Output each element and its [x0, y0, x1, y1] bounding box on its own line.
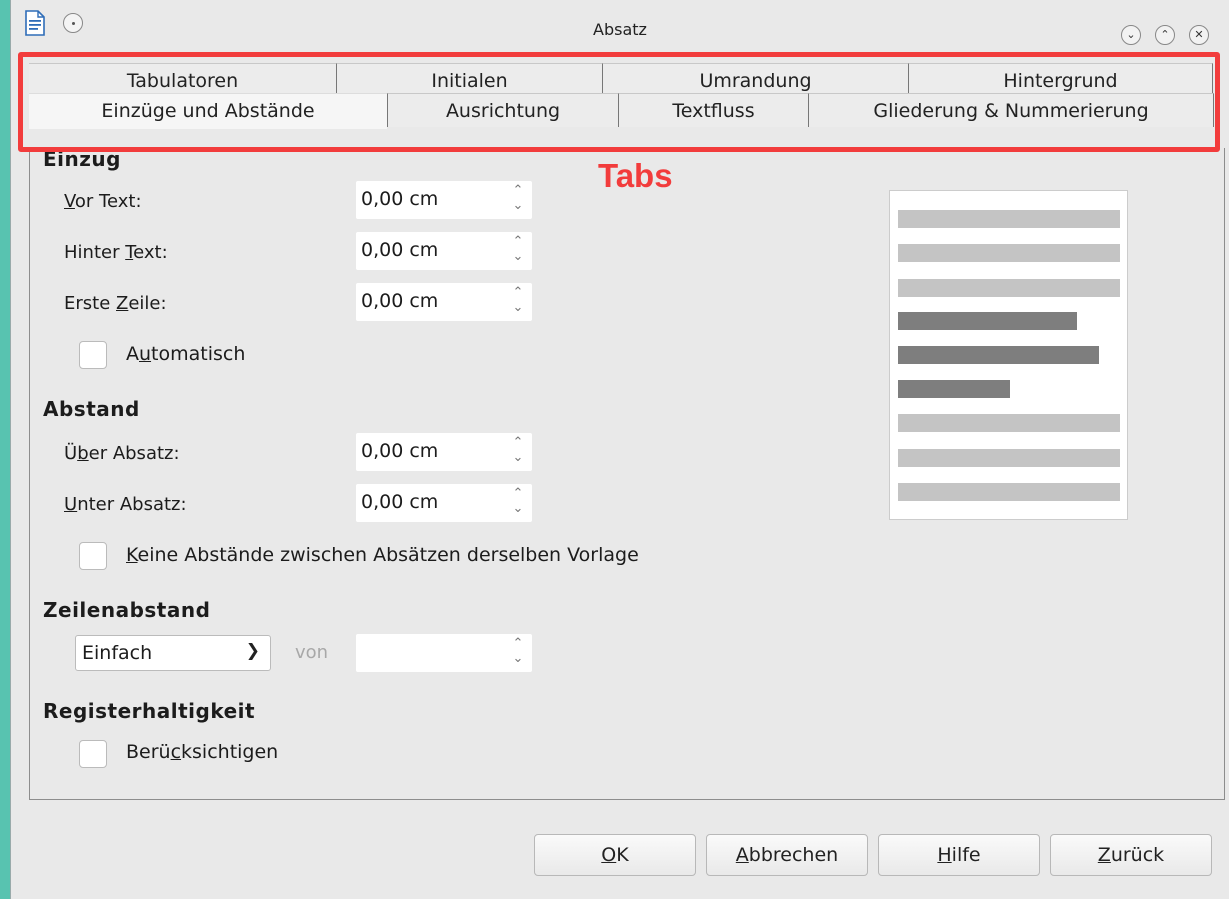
ok-button[interactable]: OK: [534, 834, 696, 876]
unter-absatz-label: Unter Absatz:: [64, 494, 187, 515]
preview-line: [898, 210, 1120, 228]
chevron-up-icon: ⌃: [1160, 28, 1170, 41]
minimize-button[interactable]: ⌄: [1121, 25, 1141, 45]
section-abstand-title: Abstand: [43, 397, 140, 421]
help-button[interactable]: Hilfe: [878, 834, 1040, 876]
chevron-down-icon: ❯: [245, 641, 260, 661]
preview-line: [898, 483, 1120, 501]
hinter-text-label: Hinter Text:: [64, 242, 168, 263]
spin-arrows-icon[interactable]: ⌃ ⌄: [510, 183, 526, 217]
vor-text-label: Vor Text:: [64, 191, 142, 212]
beruecksichtigen-label[interactable]: Berücksichtigen: [126, 741, 278, 763]
ueber-absatz-spinbox[interactable]: 0,00 cm ⌃ ⌄: [356, 433, 532, 471]
beruecksichtigen-checkbox[interactable]: [79, 740, 107, 768]
ueber-absatz-label: Über Absatz:: [64, 443, 180, 464]
window-title: Absatz: [593, 20, 647, 39]
unter-absatz-spinbox[interactable]: 0,00 cm ⌃ ⌄: [356, 484, 532, 522]
zeilenabstand-select[interactable]: Einfach ❯: [75, 635, 271, 671]
spin-arrows-icon[interactable]: ⌃ ⌄: [510, 486, 526, 520]
preview-line: [898, 414, 1120, 432]
title-bar: Absatz ⌄ ⌃ ✕: [11, 0, 1229, 46]
tabs-annotation-label: Tabs: [598, 157, 673, 194]
vor-text-spinbox[interactable]: 0,00 cm ⌃ ⌄: [356, 181, 532, 219]
preview-line-current: [898, 312, 1077, 330]
zeilenabstand-selected: Einfach: [82, 642, 153, 664]
chevron-down-icon: ⌄: [1126, 28, 1136, 41]
tabs-annotation-box: [18, 52, 1220, 152]
von-label: von: [295, 642, 329, 663]
spin-arrows-icon[interactable]: ⌃ ⌄: [510, 234, 526, 268]
preview-line-current: [898, 380, 1010, 398]
ueber-absatz-value: 0,00 cm: [361, 440, 439, 462]
vor-text-value: 0,00 cm: [361, 188, 439, 210]
preview-line: [898, 449, 1120, 467]
automatisch-checkbox[interactable]: [79, 341, 107, 369]
preview-line: [898, 279, 1120, 297]
automatisch-label[interactable]: Automatisch: [126, 343, 245, 365]
hinter-text-value: 0,00 cm: [361, 239, 439, 261]
erste-zeile-spinbox[interactable]: 0,00 cm ⌃ ⌄: [356, 283, 532, 321]
von-spinbox[interactable]: ⌃ ⌄: [356, 634, 532, 672]
erste-zeile-label: Erste Zeile:: [64, 293, 167, 314]
keine-abstaende-checkbox[interactable]: [79, 542, 107, 570]
spin-arrows-icon[interactable]: ⌃ ⌄: [510, 285, 526, 319]
keine-abstaende-label[interactable]: Keine Abstände zwischen Absätzen derselb…: [126, 544, 639, 566]
erste-zeile-value: 0,00 cm: [361, 290, 439, 312]
paragraph-preview: [889, 190, 1128, 520]
reset-button[interactable]: Zurück: [1050, 834, 1212, 876]
preview-line: [898, 244, 1120, 262]
close-icon: ✕: [1194, 28, 1204, 41]
unter-absatz-value: 0,00 cm: [361, 491, 439, 513]
preview-line-current: [898, 346, 1099, 364]
spin-arrows-icon[interactable]: ⌃ ⌄: [510, 636, 526, 670]
cancel-button[interactable]: Abbrechen: [706, 834, 868, 876]
maximize-button[interactable]: ⌃: [1155, 25, 1175, 45]
section-registerhaltigkeit-title: Registerhaltigkeit: [43, 699, 256, 723]
spin-arrows-icon[interactable]: ⌃ ⌄: [510, 435, 526, 469]
hinter-text-spinbox[interactable]: 0,00 cm ⌃ ⌄: [356, 232, 532, 270]
close-button[interactable]: ✕: [1189, 25, 1209, 45]
section-zeilenabstand-title: Zeilenabstand: [43, 598, 211, 622]
